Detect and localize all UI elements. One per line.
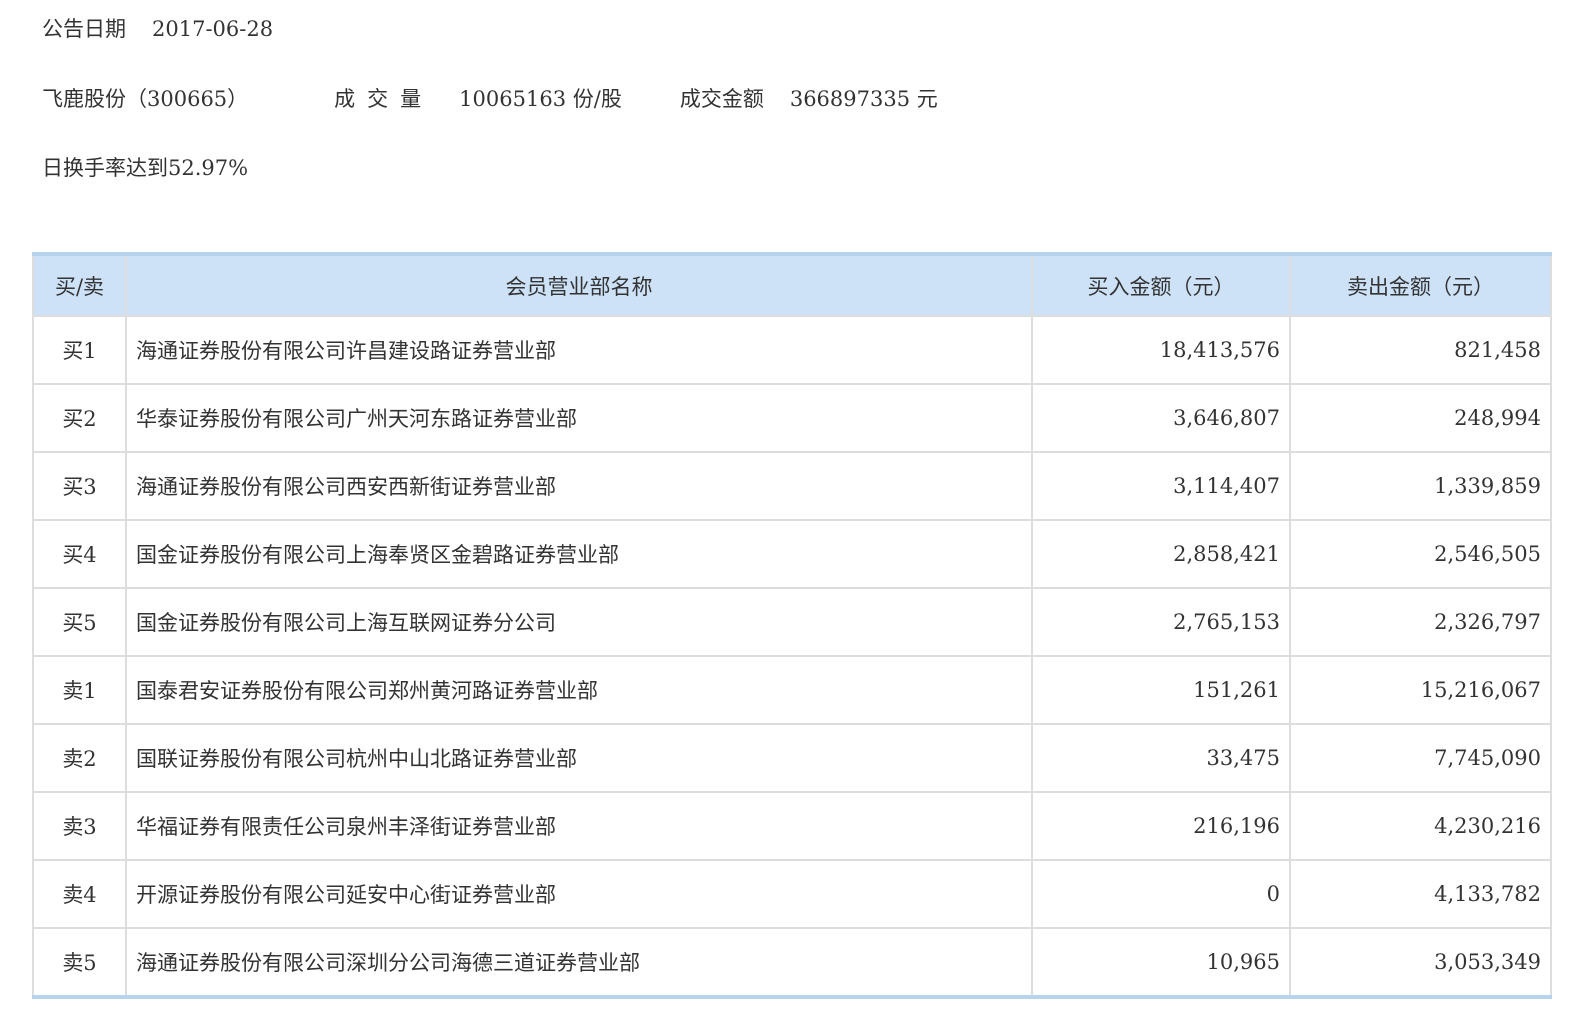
buy-amount-cell: 2,858,421 (1031, 519, 1291, 589)
column-header-buy-amount: 买入金额（元） (1031, 253, 1291, 317)
column-header-side: 买/卖 (32, 253, 127, 317)
side-cell: 卖1 (32, 655, 127, 725)
branch-name-cell: 华福证券有限责任公司泉州丰泽街证券营业部 (125, 791, 1033, 861)
trading-desk-table: 买/卖 会员营业部名称 买入金额（元） 卖出金额（元） 买1 海通证券股份有限公… (32, 252, 1552, 999)
sell-amount-cell: 4,133,782 (1289, 859, 1552, 929)
side-cell: 卖3 (32, 791, 127, 861)
table-row: 买4 国金证券股份有限公司上海奉贤区金碧路证券营业部 2,858,421 2,5… (32, 519, 1552, 589)
buy-amount-cell: 18,413,576 (1031, 315, 1291, 385)
announcement-date-line: 公告日期 2017-06-28 (42, 15, 273, 43)
buy-amount-cell: 151,261 (1031, 655, 1291, 725)
side-cell: 卖2 (32, 723, 127, 793)
sell-amount-cell: 2,546,505 (1289, 519, 1552, 589)
buy-amount-cell: 3,114,407 (1031, 451, 1291, 521)
table-row: 卖3 华福证券有限责任公司泉州丰泽街证券营业部 216,196 4,230,21… (32, 791, 1552, 861)
column-header-branch-name: 会员营业部名称 (125, 253, 1033, 317)
amount-unit: 元 (916, 87, 938, 111)
branch-name-cell: 开源证券股份有限公司延安中心街证券营业部 (125, 859, 1033, 929)
buy-amount-cell: 2,765,153 (1031, 587, 1291, 657)
table-header-row: 买/卖 会员营业部名称 买入金额（元） 卖出金额（元） (32, 253, 1552, 317)
sell-amount-cell: 15,216,067 (1289, 655, 1552, 725)
buy-amount-cell: 216,196 (1031, 791, 1291, 861)
branch-name-cell: 华泰证券股份有限公司广州天河东路证券营业部 (125, 383, 1033, 453)
table-row: 买3 海通证券股份有限公司西安西新街证券营业部 3,114,407 1,339,… (32, 451, 1552, 521)
table-row: 卖4 开源证券股份有限公司延安中心街证券营业部 0 4,133,782 (32, 859, 1552, 929)
table-row: 卖1 国泰君安证券股份有限公司郑州黄河路证券营业部 151,261 15,216… (32, 655, 1552, 725)
sell-amount-cell: 3,053,349 (1289, 927, 1552, 998)
side-cell: 买3 (32, 451, 127, 521)
table-row: 买5 国金证券股份有限公司上海互联网证券分公司 2,765,153 2,326,… (32, 587, 1552, 657)
amount-label: 成交金额 (679, 87, 764, 111)
table-row: 买2 华泰证券股份有限公司广州天河东路证券营业部 3,646,807 248,9… (32, 383, 1552, 453)
buy-amount-cell: 3,646,807 (1031, 383, 1291, 453)
trading-desk-table-wrapper: 买/卖 会员营业部名称 买入金额（元） 卖出金额（元） 买1 海通证券股份有限公… (32, 252, 1552, 999)
table-row: 买1 海通证券股份有限公司许昌建设路证券营业部 18,413,576 821,4… (32, 315, 1552, 385)
side-cell: 卖4 (32, 859, 127, 929)
column-header-sell-amount: 卖出金额（元） (1289, 253, 1552, 317)
side-cell: 买4 (32, 519, 127, 589)
side-cell: 买2 (32, 383, 127, 453)
side-cell: 卖5 (32, 927, 127, 998)
side-cell: 买5 (32, 587, 127, 657)
sell-amount-cell: 2,326,797 (1289, 587, 1552, 657)
buy-amount-cell: 33,475 (1031, 723, 1291, 793)
volume-label: 成交量 (334, 87, 434, 111)
side-cell: 买1 (32, 315, 127, 385)
branch-name-cell: 国联证券股份有限公司杭州中山北路证券营业部 (125, 723, 1033, 793)
branch-name-cell: 海通证券股份有限公司许昌建设路证券营业部 (125, 315, 1033, 385)
date-label: 公告日期 (42, 17, 126, 41)
table-row: 卖5 海通证券股份有限公司深圳分公司海德三道证券营业部 10,965 3,053… (32, 927, 1552, 998)
branch-name-cell: 国泰君安证券股份有限公司郑州黄河路证券营业部 (125, 655, 1033, 725)
branch-name-cell: 国金证券股份有限公司上海互联网证券分公司 (125, 587, 1033, 657)
trade-summary-line: 飞鹿股份（300665） 成交量 10065163 份/股 成交金额 366897335… (42, 85, 938, 113)
volume-unit: 份/股 (572, 87, 622, 111)
listing-reason: 日换手率达到52.97% (42, 156, 249, 180)
stock-name: 飞鹿股份（300665） (42, 87, 249, 111)
sell-amount-cell: 4,230,216 (1289, 791, 1552, 861)
sell-amount-cell: 7,745,090 (1289, 723, 1552, 793)
branch-name-cell: 国金证券股份有限公司上海奉贤区金碧路证券营业部 (125, 519, 1033, 589)
date-value: 2017-06-28 (152, 17, 274, 41)
table-row: 卖2 国联证券股份有限公司杭州中山北路证券营业部 33,475 7,745,09… (32, 723, 1552, 793)
amount-value: 366897335 (789, 87, 911, 111)
branch-name-cell: 海通证券股份有限公司西安西新街证券营业部 (125, 451, 1033, 521)
sell-amount-cell: 821,458 (1289, 315, 1552, 385)
buy-amount-cell: 0 (1031, 859, 1291, 929)
sell-amount-cell: 248,994 (1289, 383, 1552, 453)
branch-name-cell: 海通证券股份有限公司深圳分公司海德三道证券营业部 (125, 927, 1033, 998)
buy-amount-cell: 10,965 (1031, 927, 1291, 998)
volume-value: 10065163 (459, 87, 567, 111)
sell-amount-cell: 1,339,859 (1289, 451, 1552, 521)
